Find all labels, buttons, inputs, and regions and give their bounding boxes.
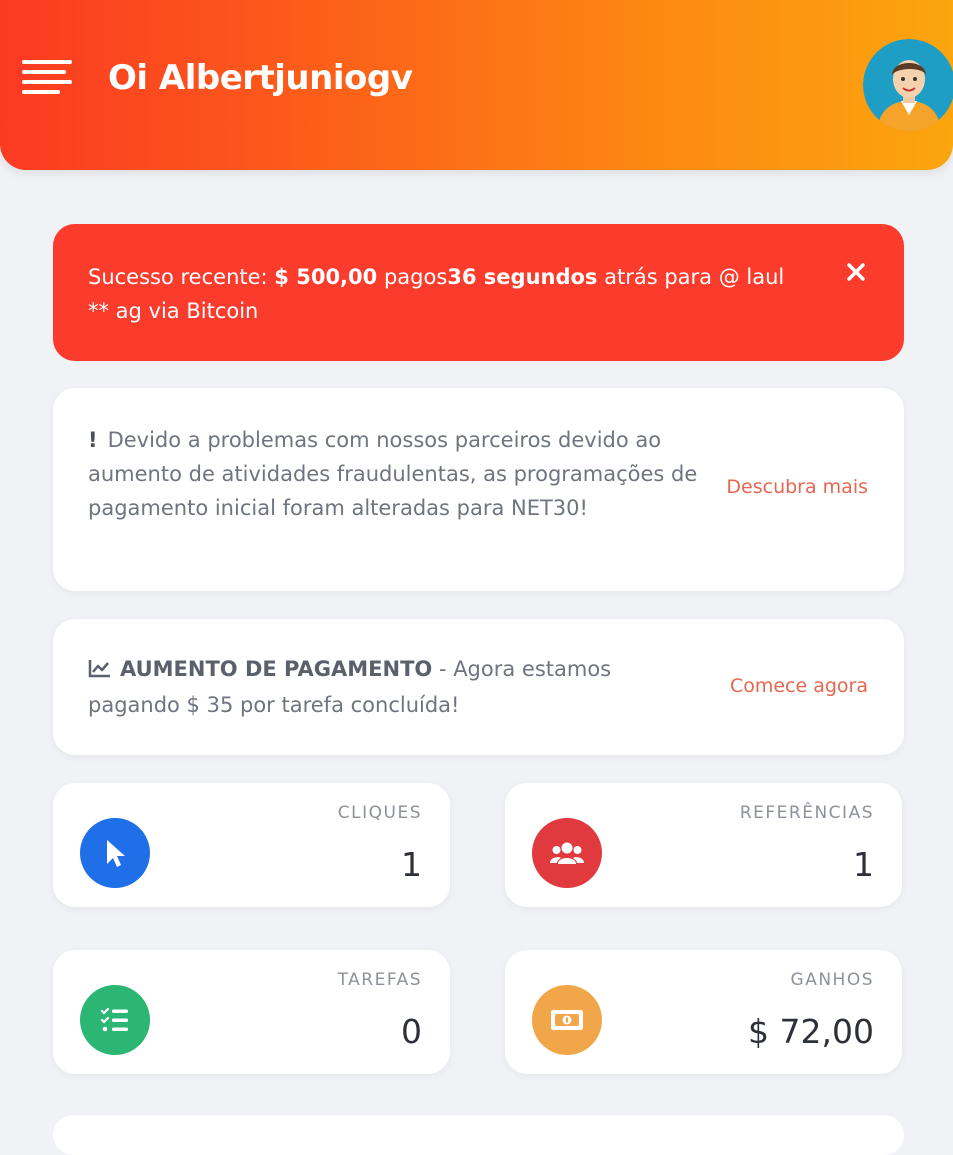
- cursor-icon: [80, 818, 150, 888]
- users-icon: [532, 818, 602, 888]
- stat-value: $ 72,00: [748, 1012, 874, 1051]
- stat-card-ganhos: GANHOS $ 72,00: [505, 950, 902, 1074]
- stat-card-tarefas: TAREFAS 0: [53, 950, 450, 1074]
- stat-value: 1: [853, 845, 874, 884]
- app-header: Oi Albertjuniogv: [0, 0, 953, 170]
- promo-title: AUMENTO DE PAGAMENTO: [120, 657, 433, 681]
- notice-message: Devido a problemas com nossos parceiros …: [88, 428, 698, 520]
- stat-label: TAREFAS: [337, 970, 422, 990]
- stat-label: GANHOS: [790, 970, 874, 990]
- trending-chart-icon: [88, 654, 112, 688]
- stat-card-cliques: CLIQUES 1: [53, 783, 450, 907]
- payment-notice-card: ! Devido a problemas com nossos parceiros…: [53, 388, 904, 591]
- stat-card-referencias: REFERÊNCIAS 1: [505, 783, 902, 907]
- page-title: Oi Albertjuniogv: [108, 58, 413, 98]
- alert-prefix: Sucesso recente:: [88, 265, 275, 289]
- payment-increase-card: AUMENTO DE PAGAMENTO - Agora estamos pag…: [53, 619, 904, 755]
- stat-value: 0: [401, 1012, 422, 1051]
- stat-label: CLIQUES: [337, 803, 422, 823]
- stat-label: REFERÊNCIAS: [739, 803, 874, 823]
- next-card-partial: [53, 1115, 904, 1155]
- alert-amount: $ 500,00: [274, 265, 378, 289]
- alert-paid: pagos: [377, 265, 448, 289]
- close-icon[interactable]: [844, 260, 868, 284]
- promo-text: AUMENTO DE PAGAMENTO - Agora estamos pag…: [88, 652, 648, 722]
- exclamation-icon: !: [88, 428, 98, 452]
- alert-time: 36 segundos: [447, 265, 598, 289]
- stat-value: 1: [401, 845, 422, 884]
- user-avatar[interactable]: [863, 39, 953, 131]
- tasks-list-icon: [80, 985, 150, 1055]
- notice-text: ! Devido a problemas com nossos parceiros…: [88, 423, 708, 525]
- hamburger-menu-icon[interactable]: [22, 58, 74, 98]
- recent-success-alert: Sucesso recente: $ 500,00 pagos36 segund…: [53, 224, 904, 361]
- start-now-link[interactable]: Comece agora: [730, 675, 868, 697]
- discover-more-link[interactable]: Descubra mais: [726, 476, 868, 498]
- money-bill-icon: [532, 985, 602, 1055]
